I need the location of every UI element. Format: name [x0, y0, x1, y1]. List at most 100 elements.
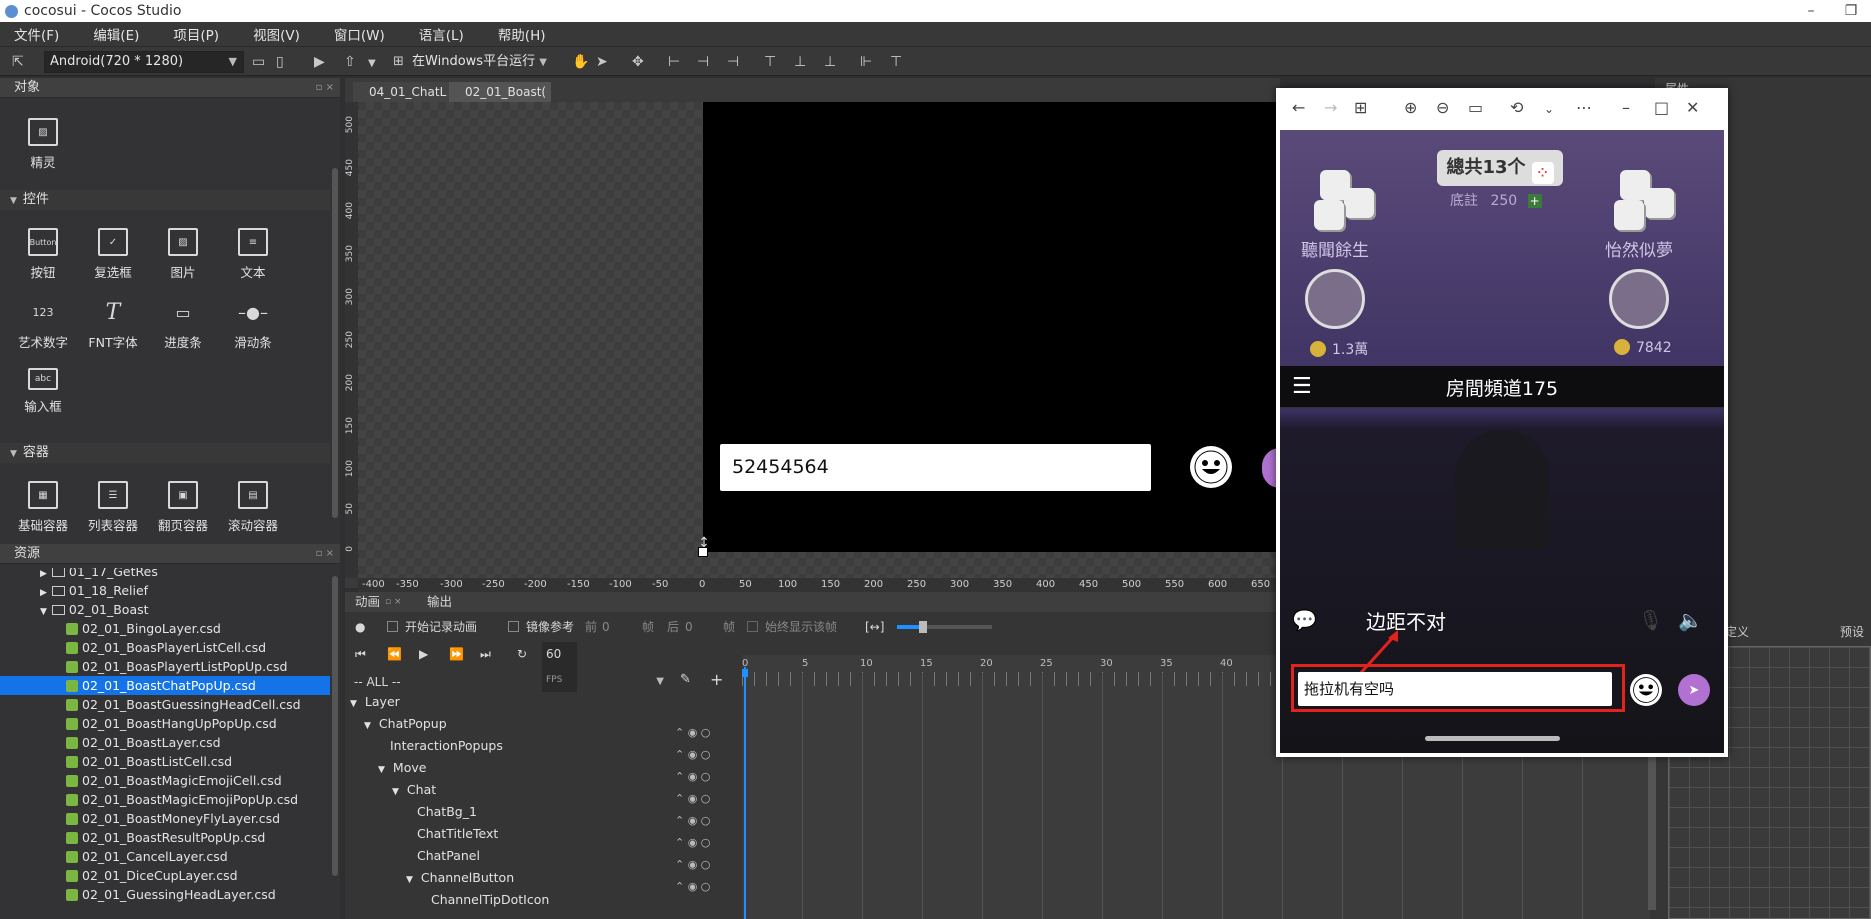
chevron-down-icon[interactable]: ⌄ — [1544, 102, 1554, 116]
record-dot-icon[interactable]: ● — [355, 614, 365, 640]
show-frame-checkbox[interactable] — [747, 621, 758, 632]
emoji-icon[interactable] — [1190, 446, 1232, 488]
controls-section-header[interactable]: ▼ 控件 — [0, 190, 330, 210]
restore-button[interactable]: ❐ — [1831, 0, 1871, 22]
tree-file-selected[interactable]: 02_01_BoastChatPopUp.csd — [0, 676, 330, 695]
zoom-in-icon[interactable]: ⊕ — [1404, 98, 1417, 117]
resources-scrollbar[interactable] — [332, 576, 338, 876]
layer-toggle-row[interactable]: ⌃ ◉ ○ — [675, 766, 735, 788]
tree-file[interactable]: 02_01_GuessingHeadLayer.csd — [0, 885, 330, 904]
rotate-icon[interactable]: ⟲ — [1510, 98, 1523, 117]
layer-filter-select[interactable]: -- ALL -- ▼ — [350, 672, 668, 692]
tree-file[interactable]: 02_01_BoastHangUpPopUp.csd — [0, 714, 330, 733]
align-middle-icon[interactable]: ⊥ — [794, 54, 806, 70]
tree-file[interactable]: 02_01_BoastGuessingHeadCell.csd — [0, 695, 330, 714]
playhead-handle[interactable] — [742, 669, 748, 677]
layer-row[interactable]: ▼ Layer — [345, 694, 400, 709]
prev-frames-input[interactable]: 0 — [602, 614, 642, 640]
tab-custom[interactable]: 定义 — [1725, 623, 1749, 640]
containers-section-header[interactable]: ▼ 容器 — [0, 443, 330, 463]
forward-icon[interactable]: → — [1324, 98, 1337, 117]
tree-file[interactable]: 02_01_BoasPlayerListCell.csd — [0, 638, 330, 657]
last-frame-icon[interactable]: ⏭ — [480, 642, 491, 666]
portrait-icon[interactable]: ▯ — [276, 54, 284, 70]
layer-row[interactable]: ▼ ChatPopup — [359, 716, 447, 731]
next-frames-input[interactable]: 0 — [685, 614, 725, 640]
layer-row[interactable]: ChannelTipDotIcon — [431, 892, 549, 907]
zoom-slider[interactable] — [897, 621, 992, 633]
grid-icon[interactable]: ⊞ — [1354, 98, 1367, 117]
publish-icon[interactable]: ⇱ — [12, 54, 24, 70]
layer-toggle-row[interactable]: ⌃ ◉ ○ — [675, 810, 735, 832]
device-select[interactable]: Android(720 * 1280) ▼ — [44, 51, 244, 73]
layer-toggle-row[interactable]: ⌃ ◉ ○ — [675, 744, 735, 766]
layer-row[interactable]: InteractionPopups — [390, 738, 503, 753]
layer-toggle-row[interactable]: ⌃ ◉ ○ — [675, 722, 735, 744]
menu-project[interactable]: 项目(P) — [173, 24, 219, 44]
menu-view[interactable]: 视图(V) — [253, 24, 300, 44]
distribute-v-icon[interactable]: ⊤ — [890, 54, 902, 70]
player-right[interactable]: 怡然似夢 7842 — [1594, 236, 1684, 356]
tab-preset[interactable]: 预设 — [1840, 623, 1864, 640]
menu-file[interactable]: 文件(F) — [14, 24, 59, 44]
layer-toggle-row[interactable]: ⌃ ◉ ○ — [675, 788, 735, 810]
playhead[interactable] — [744, 667, 746, 919]
menu-language[interactable]: 语言(L) — [419, 24, 464, 44]
distribute-h-icon[interactable]: ⊩ — [860, 54, 872, 70]
layer-row[interactable]: ▼ ChannelButton — [401, 870, 514, 885]
hand-tool-icon[interactable]: ✋ — [572, 54, 589, 70]
menu-edit[interactable]: 编辑(E) — [93, 24, 139, 44]
widget-layout[interactable]: ▦ 基础容器 — [13, 481, 73, 534]
tree-file[interactable]: 02_01_BoastMoneyFlyLayer.csd — [0, 809, 330, 828]
play-icon[interactable]: ▶ — [419, 642, 428, 666]
tree-file[interactable]: 02_01_BingoLayer.csd — [0, 619, 330, 638]
widget-sprite[interactable]: ▨ 精灵 — [13, 118, 73, 171]
layer-toggle-row[interactable]: ⌃ ◉ ○ — [675, 876, 735, 898]
pen-icon[interactable]: ✎ — [680, 672, 691, 687]
layer-toggle-row[interactable]: ⌃ ◉ ○ — [675, 832, 735, 854]
widget-checkbox[interactable]: ✓ 复选框 — [83, 228, 143, 281]
widget-artnum[interactable]: 123 艺术数字 — [13, 298, 73, 351]
prev-frame-icon[interactable]: ⏪ — [387, 642, 402, 666]
tree-file[interactable]: 02_01_BoastMagicEmojiPopUp.csd — [0, 790, 330, 809]
align-bottom-icon[interactable]: ⊥ — [824, 54, 836, 70]
align-center-icon[interactable]: ⊣ — [697, 54, 709, 70]
speaker-icon[interactable]: 🔈 — [1678, 608, 1703, 632]
tree-file[interactable]: 02_01_CancelLayer.csd — [0, 847, 330, 866]
tree-file[interactable]: 02_01_BoasPlayertListPopUp.csd — [0, 657, 330, 676]
fit-icon[interactable]: [↔] — [865, 614, 884, 640]
tree-file[interactable]: 02_01_BoastMagicEmojiCell.csd — [0, 771, 330, 790]
zoom-out-icon[interactable]: ⊖ — [1436, 98, 1449, 117]
emoji-button[interactable] — [1630, 674, 1662, 706]
widget-slider[interactable]: –●– 滑动条 — [223, 298, 283, 351]
widget-scrollview[interactable]: ▤ 滚动容器 — [223, 481, 283, 534]
minimize-button[interactable]: – — [1791, 0, 1831, 22]
player-left[interactable]: 聽聞餘生 1.3萬 — [1290, 236, 1380, 359]
tree-folder[interactable]: ▼ 02_01_Boast — [0, 600, 330, 619]
tree-folder[interactable]: ▶ 01_17_GetRes — [0, 568, 330, 581]
landscape-icon[interactable]: ▭ — [252, 54, 265, 70]
tree-folder[interactable]: ▶ 01_18_Relief — [0, 581, 330, 600]
tree-file[interactable]: 02_01_BoastListCell.csd — [0, 752, 330, 771]
send-button[interactable]: ➤ — [1678, 674, 1710, 706]
tab-animation[interactable]: 动画 — [355, 592, 380, 612]
timeline-scrollbar[interactable] — [1648, 750, 1656, 910]
layer-row[interactable]: ChatTitleText — [417, 826, 498, 841]
widget-listview[interactable]: ☰ 列表容器 — [83, 481, 143, 534]
next-frame-icon[interactable]: ⏩ — [449, 642, 464, 666]
chat-bubble-icon[interactable]: 💬 — [1292, 608, 1317, 632]
anchor-point[interactable] — [698, 547, 708, 557]
layer-row[interactable]: ChatPanel — [417, 848, 480, 863]
minimize-icon[interactable]: – — [1622, 98, 1630, 117]
align-left-icon[interactable]: ⊢ — [668, 54, 680, 70]
widget-image[interactable]: ▨ 图片 — [153, 228, 213, 281]
add-icon[interactable]: + — [710, 670, 723, 689]
layer-toggle-row[interactable]: ⌃ ◉ ○ — [675, 854, 735, 876]
close-icon[interactable]: ✕ — [1686, 98, 1699, 117]
record-checkbox[interactable] — [387, 621, 398, 632]
objects-scrollbar[interactable] — [332, 168, 338, 518]
layer-row[interactable]: ▼ Chat — [387, 782, 436, 797]
widget-pageview[interactable]: ▣ 翻页容器 — [153, 481, 213, 534]
move-icon[interactable]: ✥ — [632, 54, 644, 70]
select-tool-icon[interactable]: ➤ — [596, 54, 608, 70]
